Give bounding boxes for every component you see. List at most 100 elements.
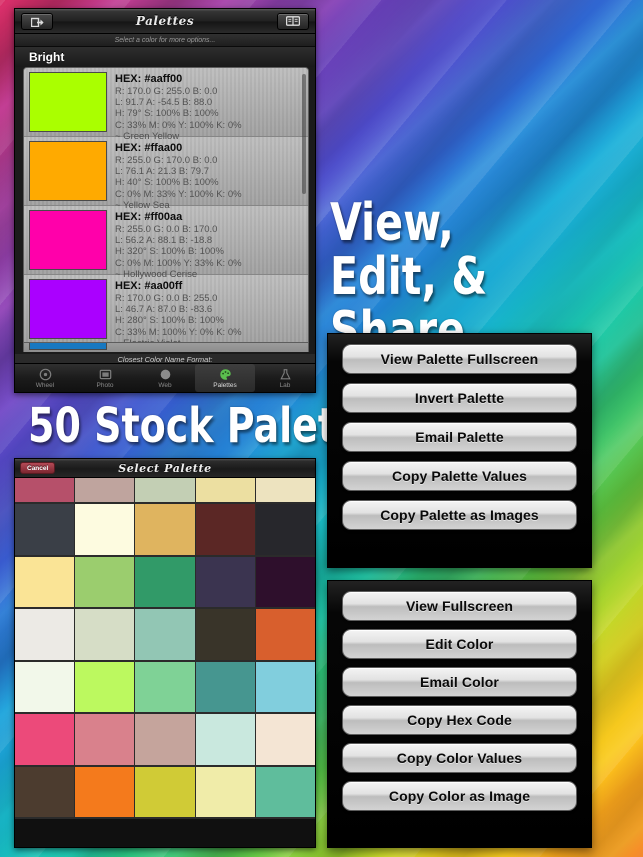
palette-swatch[interactable] (255, 661, 315, 712)
palettes-subtitle: Select a color for more options... (15, 34, 315, 47)
palette-swatch[interactable] (255, 478, 315, 502)
palette-swatch[interactable] (135, 556, 196, 607)
table-row[interactable]: HEX: #aa00ff R: 170.0 G: 0.0 B: 255.0 L:… (24, 275, 308, 342)
tab-web[interactable]: Web (135, 364, 195, 392)
palette-swatch[interactable] (15, 609, 76, 660)
table-row[interactable]: HEX: #ff00aa R: 255.0 G: 0.0 B: 170.0 L:… (24, 206, 308, 280)
palette-swatch[interactable] (135, 478, 196, 502)
table-row[interactable]: HEX: #ffaa00 R: 255.0 G: 170.0 B: 0.0 L:… (24, 137, 308, 211)
palette-swatch[interactable] (255, 766, 315, 817)
tab-lab[interactable]: Lab (255, 364, 315, 392)
palette-swatch[interactable] (135, 766, 196, 817)
palette-swatch[interactable] (195, 766, 256, 817)
screenshot-select-palette: Cancel Select Palette (14, 458, 316, 848)
color-rgb: R: 255.0 G: 170.0 B: 0.0 (115, 155, 218, 166)
palette-swatch[interactable] (75, 478, 136, 502)
palette-swatch[interactable] (75, 556, 136, 607)
color-hex: HEX: #ff00aa (115, 211, 183, 223)
select-palette-title: Select Palette (118, 461, 212, 475)
palettes-navbar: Palettes (15, 9, 315, 34)
color-swatch[interactable] (29, 343, 107, 350)
copy-hex-code-button[interactable]: Copy Hex Code (342, 705, 577, 735)
email-color-button[interactable]: Email Color (342, 667, 577, 697)
lab-icon (279, 368, 291, 379)
table-row[interactable]: HEX: #aaff00 R: 170.0 G: 255.0 B: 0.0 L:… (24, 68, 308, 142)
color-swatch[interactable] (29, 141, 107, 201)
color-cmyk: C: 33% M: 0% Y: 100% K: 0% (115, 119, 242, 131)
palette-swatch[interactable] (255, 504, 315, 555)
palette-swatch[interactable] (135, 661, 196, 712)
copy-color-values-button[interactable]: Copy Color Values (342, 743, 577, 773)
email-palette-button[interactable]: Email Palette (342, 422, 577, 452)
palette-swatch[interactable] (255, 556, 315, 607)
palette-swatch[interactable] (195, 478, 256, 502)
palette-swatch[interactable] (195, 556, 256, 607)
palette-actions-panel: View Palette Fullscreen Invert Palette E… (327, 333, 592, 568)
palette-row[interactable] (15, 478, 315, 504)
scrollbar[interactable] (302, 74, 306, 194)
color-info: HEX: #ff00aa R: 255.0 G: 0.0 B: 170.0 L:… (107, 206, 308, 280)
palette-swatch[interactable] (195, 714, 256, 765)
color-hsb: H: 320° S: 100% B: 100% (115, 246, 224, 258)
color-hsb: H: 280° S: 100% B: 100% (115, 315, 224, 327)
palette-swatch[interactable] (195, 609, 256, 660)
color-swatch[interactable] (29, 210, 107, 270)
palette-row[interactable] (15, 556, 315, 609)
palette-swatch[interactable] (255, 714, 315, 765)
palette-swatch[interactable] (15, 714, 76, 765)
palette-row[interactable] (15, 504, 315, 557)
palette-swatch[interactable] (195, 504, 256, 555)
color-info: HEX: #ffaa00 R: 255.0 G: 170.0 B: 0.0 L:… (107, 137, 308, 211)
color-swatch[interactable] (29, 72, 107, 132)
color-rgb: R: 170.0 G: 0.0 B: 255.0 (115, 293, 218, 304)
palette-swatch[interactable] (255, 609, 315, 660)
color-info: HEX: #aaff00 R: 170.0 G: 255.0 B: 0.0 L:… (107, 68, 308, 142)
table-row-partial[interactable] (23, 343, 309, 352)
color-hsb: H: 40° S: 100% B: 100% (115, 177, 219, 189)
palette-swatch[interactable] (15, 504, 76, 555)
palette-section-header: Bright (15, 47, 315, 67)
tab-photo-label: Photo (96, 381, 114, 389)
palette-swatch[interactable] (75, 609, 136, 660)
palette-swatch[interactable] (195, 661, 256, 712)
tab-web-label: Web (158, 381, 172, 389)
palette-row[interactable] (15, 766, 315, 819)
palette-swatch[interactable] (15, 478, 76, 502)
color-hsb: H: 79° S: 100% B: 100% (115, 108, 219, 120)
palette-swatch[interactable] (15, 766, 76, 817)
palette-swatch[interactable] (75, 766, 136, 817)
tab-wheel[interactable]: Wheel (15, 364, 75, 392)
palette-swatch[interactable] (135, 609, 196, 660)
palette-row[interactable] (15, 714, 315, 767)
edit-color-button[interactable]: Edit Color (342, 629, 577, 659)
color-list[interactable]: HEX: #aaff00 R: 170.0 G: 255.0 B: 0.0 L:… (23, 67, 309, 343)
copy-color-as-image-button[interactable]: Copy Color as Image (342, 781, 577, 811)
palette-swatch[interactable] (75, 661, 136, 712)
palette-swatch[interactable] (75, 714, 136, 765)
palette-swatch[interactable] (15, 556, 76, 607)
color-lab: L: 76.1 A: 21.3 B: 79.7 (115, 166, 210, 178)
palette-swatch[interactable] (75, 504, 136, 555)
headline-view: View, (330, 193, 454, 253)
palette-row[interactable] (15, 609, 315, 662)
tab-palettes-label: Palettes (213, 381, 237, 389)
palette-row[interactable] (15, 661, 315, 714)
color-rgb: R: 170.0 G: 255.0 B: 0.0 (115, 86, 218, 97)
tab-bar: Wheel Photo Web Palettes Lab (15, 363, 315, 392)
view-fullscreen-button[interactable]: View Fullscreen (342, 591, 577, 621)
tab-lab-label: Lab (279, 381, 291, 389)
color-cmyk: C: 33% M: 100% Y: 0% K: 0% (115, 326, 242, 338)
copy-palette-values-button[interactable]: Copy Palette Values (342, 461, 577, 491)
tab-photo[interactable]: Photo (75, 364, 135, 392)
view-palette-fullscreen-button[interactable]: View Palette Fullscreen (342, 344, 577, 374)
copy-palette-as-images-button[interactable]: Copy Palette as Images (342, 500, 577, 530)
color-lab: L: 91.7 A: -54.5 B: 88.0 (115, 97, 213, 109)
color-swatch[interactable] (29, 279, 107, 339)
palette-swatch[interactable] (135, 714, 196, 765)
color-cmyk: C: 0% M: 33% Y: 100% K: 0% (115, 188, 242, 200)
palette-swatch[interactable] (135, 504, 196, 555)
invert-palette-button[interactable]: Invert Palette (342, 383, 577, 413)
web-icon (160, 369, 170, 379)
palette-swatch[interactable] (15, 661, 76, 712)
tab-palettes[interactable]: Palettes (195, 364, 255, 392)
